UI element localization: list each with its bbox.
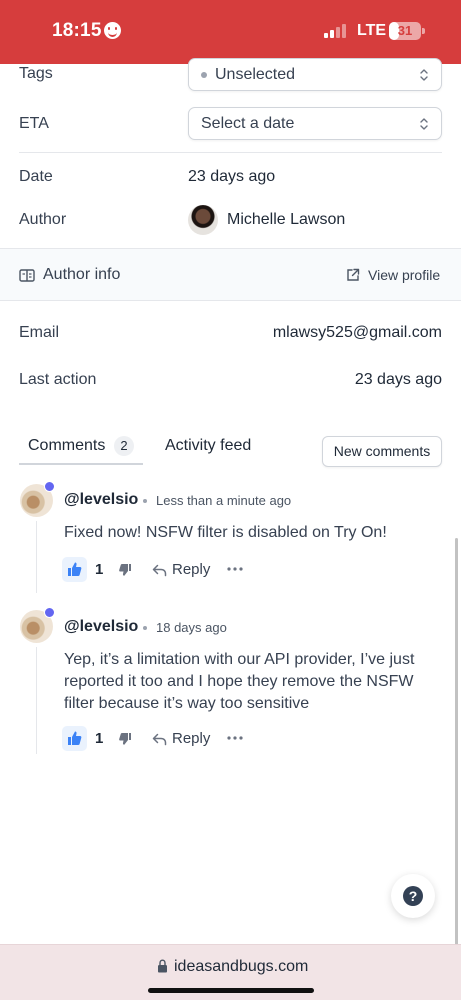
eta-select[interactable]: Select a date xyxy=(188,107,442,140)
verified-icon xyxy=(44,607,55,618)
thread-line xyxy=(36,521,37,593)
status-time: 18:15 xyxy=(52,20,102,41)
comment-time: Less than a minute ago xyxy=(156,493,292,508)
view-profile-link[interactable]: View profile xyxy=(368,267,440,283)
date-value: 23 days ago xyxy=(188,168,276,185)
chevron-updown-icon xyxy=(420,118,428,130)
smiley-icon xyxy=(104,22,121,39)
email-label: Email xyxy=(19,324,60,341)
book-icon xyxy=(19,269,35,282)
tags-value: Unselected xyxy=(215,66,296,83)
author-info-title: Author info xyxy=(43,266,121,283)
author-info-section: Author info View profile xyxy=(0,248,461,301)
tags-label: Tags xyxy=(19,65,53,82)
comment-body: Fixed now! NSFW filter is disabled on Tr… xyxy=(64,524,387,541)
status-dot-icon xyxy=(201,72,207,78)
status-bar: 18:15 LTE 31 xyxy=(0,0,461,64)
like-button[interactable] xyxy=(62,557,87,582)
new-comments-button[interactable]: New comments xyxy=(322,436,442,467)
comments-count-badge: 2 xyxy=(114,436,134,456)
network-type: LTE xyxy=(357,22,387,39)
thumbs-down-icon[interactable] xyxy=(118,732,132,746)
reply-button[interactable]: Reply xyxy=(172,730,210,747)
separator-dot xyxy=(143,499,147,503)
signal-icon xyxy=(324,24,350,38)
reply-icon[interactable] xyxy=(152,564,167,577)
date-label: Date xyxy=(19,168,53,185)
like-count: 1 xyxy=(95,561,104,578)
tab-comments-label: Comments xyxy=(28,437,106,454)
like-count: 1 xyxy=(95,730,104,747)
thumbs-up-icon xyxy=(68,562,82,576)
last-action-value: 23 days ago xyxy=(354,371,442,388)
tab-activity-feed[interactable]: Activity feed xyxy=(165,437,251,455)
reply-button[interactable]: Reply xyxy=(172,561,210,578)
more-icon[interactable] xyxy=(227,567,243,571)
reply-icon[interactable] xyxy=(152,733,167,746)
like-button[interactable] xyxy=(62,726,87,751)
verified-icon xyxy=(44,481,55,492)
thumbs-up-icon xyxy=(68,731,82,745)
eta-placeholder: Select a date xyxy=(201,115,295,132)
more-icon[interactable] xyxy=(227,736,243,740)
external-link-icon[interactable] xyxy=(346,268,360,282)
home-indicator[interactable] xyxy=(148,988,314,993)
lock-icon xyxy=(158,959,167,973)
eta-label: ETA xyxy=(19,115,49,132)
comment-author[interactable]: @levelsio xyxy=(64,491,138,509)
separator-dot xyxy=(143,626,147,630)
last-action-label: Last action xyxy=(19,371,97,388)
tab-comments[interactable]: Comments 2 xyxy=(19,433,143,465)
tags-select[interactable]: Unselected xyxy=(188,58,442,91)
author-label: Author xyxy=(19,211,67,228)
email-value[interactable]: mlawsy525@gmail.com xyxy=(273,324,442,342)
avatar[interactable] xyxy=(188,205,218,235)
comment-author[interactable]: @levelsio xyxy=(64,618,138,636)
battery-icon: 31 xyxy=(389,22,421,40)
comment-time: 18 days ago xyxy=(156,620,227,635)
help-icon: ? xyxy=(403,886,423,906)
battery-level: 31 xyxy=(397,23,413,38)
thumbs-down-icon[interactable] xyxy=(118,563,132,577)
url-text[interactable]: ideasandbugs.com xyxy=(174,958,308,976)
thread-line xyxy=(36,647,37,754)
comment-body: Yep, it’s a limitation with our API prov… xyxy=(64,651,415,712)
browser-url-bar[interactable]: ideasandbugs.com xyxy=(0,944,461,1000)
divider xyxy=(19,152,442,153)
chevron-updown-icon xyxy=(420,69,428,81)
author-name[interactable]: Michelle Lawson xyxy=(227,211,345,229)
scrollbar[interactable] xyxy=(455,538,458,970)
help-button[interactable]: ? xyxy=(391,874,435,918)
